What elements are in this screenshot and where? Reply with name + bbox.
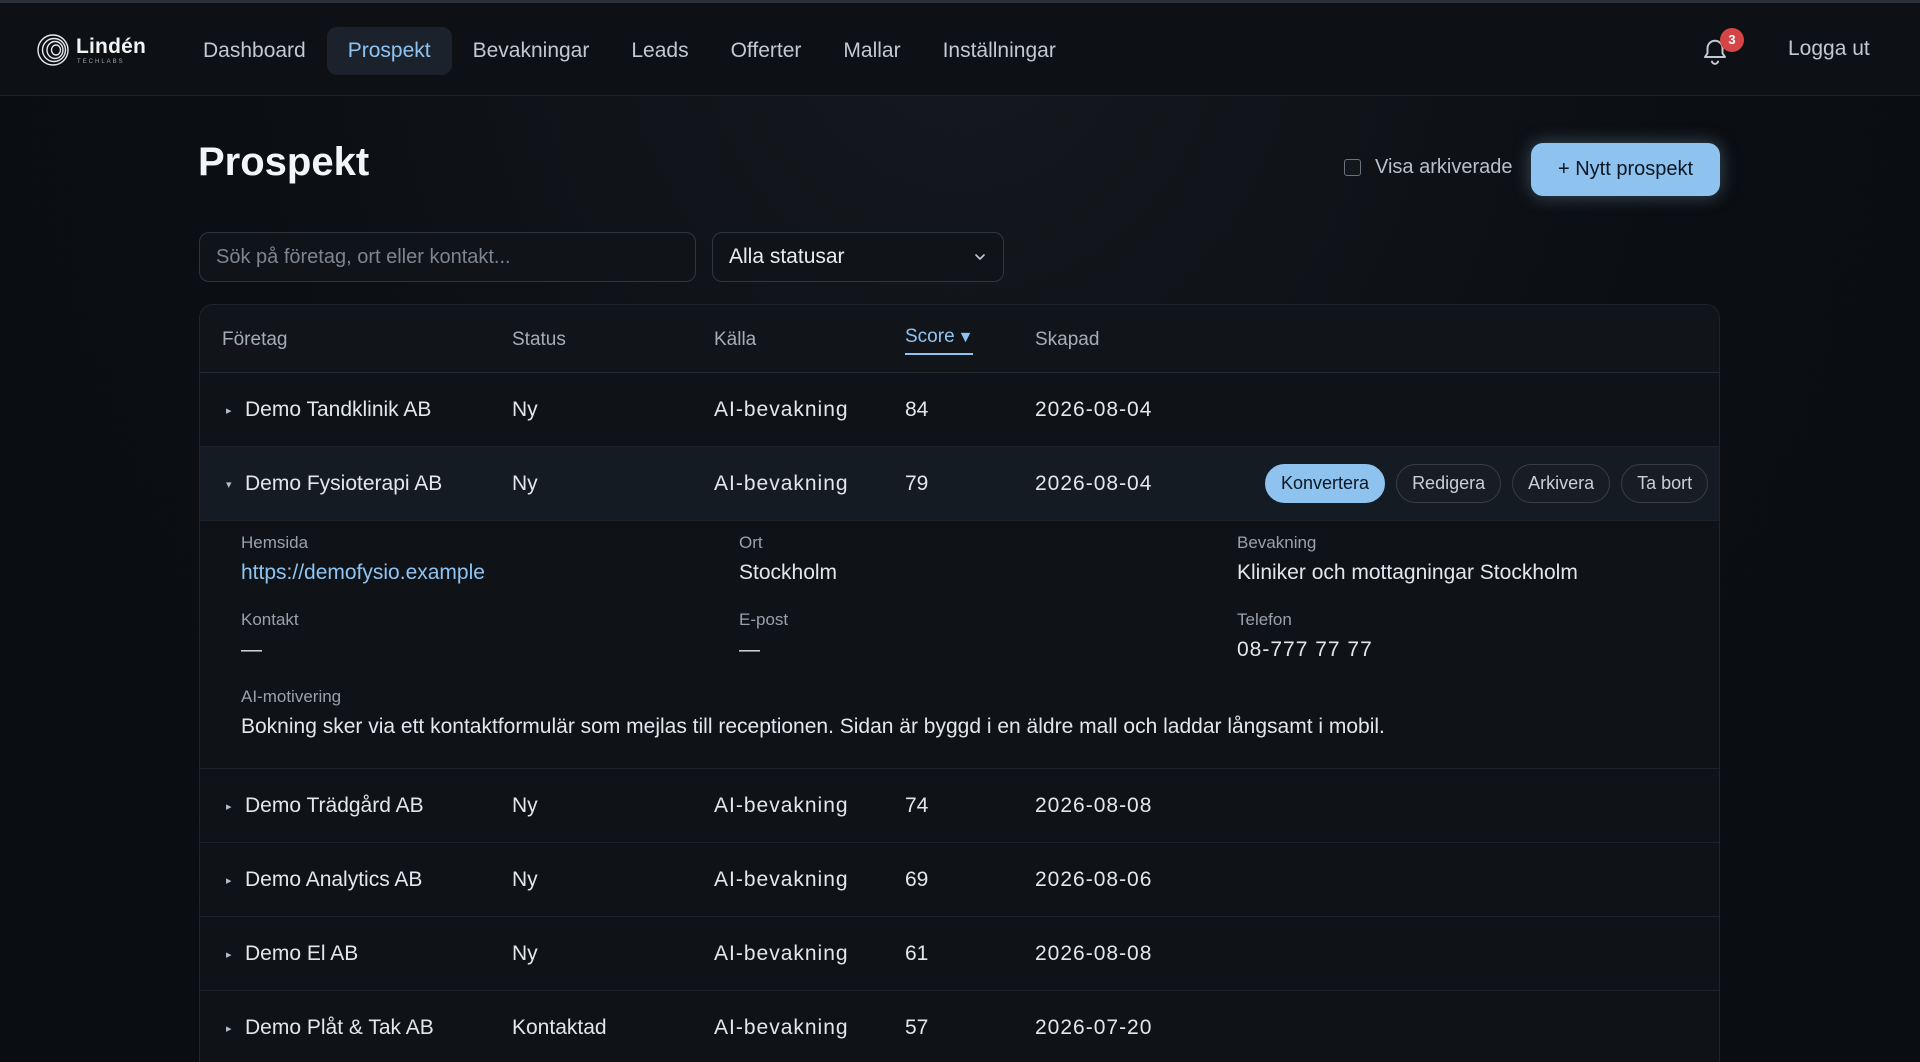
column-status[interactable]: Status (512, 329, 566, 351)
watch-label: Bevakning (1237, 533, 1317, 552)
table-row[interactable]: ▸ Demo Trädgård AB Ny AI-bevakning 74 20… (200, 769, 1719, 843)
brand-name: Lindén (76, 34, 147, 58)
search-input[interactable] (199, 232, 696, 282)
delete-button[interactable]: Ta bort (1621, 464, 1709, 503)
brand-subtitle: TECHLABS (77, 58, 125, 65)
column-foretag[interactable]: Företag (222, 329, 287, 351)
row-company: Demo El AB (245, 942, 359, 965)
archive-button[interactable]: Arkivera (1512, 464, 1611, 503)
row-source: AI-bevakning (714, 794, 849, 817)
table-row[interactable]: ▸ Demo Tandklinik AB Ny AI-bevakning 84 … (200, 373, 1719, 447)
page-title: Prospekt (198, 140, 370, 184)
row-company: Demo Analytics AB (245, 868, 423, 891)
brand-wordmark: Lindén TECHLABS (76, 36, 146, 65)
row-score: 69 (905, 868, 929, 891)
row-source: AI-bevakning (714, 942, 849, 965)
nav-mallar[interactable]: Mallar (822, 27, 921, 75)
logout-button[interactable]: Logga ut (1788, 37, 1870, 61)
contact-value: — (241, 638, 262, 661)
column-skapad[interactable]: Skapad (1035, 329, 1099, 351)
column-kalla[interactable]: Källa (714, 329, 756, 351)
row-company: Demo Trädgård AB (245, 794, 424, 817)
row-status: Ny (512, 398, 538, 421)
expand-caret-icon[interactable]: ▸ (226, 404, 232, 417)
row-created: 2026-07-20 (1035, 1016, 1153, 1039)
row-created: 2026-08-04 (1035, 398, 1153, 421)
prospect-details: Hemsida https://demofysio.example Ort St… (200, 521, 1719, 769)
nav-prospekt[interactable]: Prospekt (326, 27, 452, 75)
table-row-expanded[interactable]: ▾ Demo Fysioterapi AB Ny AI-bevakning 79… (200, 447, 1719, 521)
row-company: Demo Plåt & Tak AB (245, 1016, 434, 1039)
nav-bevakningar[interactable]: Bevakningar (452, 27, 611, 75)
row-status: Ny (512, 942, 538, 965)
brand-logo[interactable]: Lindén TECHLABS (36, 33, 146, 67)
row-source: AI-bevakning (714, 868, 849, 891)
row-source: AI-bevakning (714, 398, 849, 421)
nav-offerter[interactable]: Offerter (710, 27, 823, 75)
row-source: AI-bevakning (714, 1016, 849, 1039)
expand-caret-icon[interactable]: ▸ (226, 1022, 232, 1035)
chevron-down-icon (975, 254, 985, 260)
website-label: Hemsida (241, 533, 309, 552)
table-row[interactable]: ▸ Demo Analytics AB Ny AI-bevakning 69 2… (200, 843, 1719, 917)
show-archived-label: Visa arkiverade (1375, 156, 1513, 178)
edit-button[interactable]: Redigera (1396, 464, 1502, 503)
row-created: 2026-08-08 (1035, 794, 1153, 817)
expand-caret-icon[interactable]: ▸ (226, 874, 232, 887)
row-status: Ny (512, 794, 538, 817)
website-link[interactable]: https://demofysio.example (241, 561, 485, 585)
main-nav: Dashboard Prospekt Bevakningar Leads Off… (182, 27, 1077, 75)
ai-motivation-label: AI-motivering (241, 687, 342, 706)
nav-dashboard[interactable]: Dashboard (182, 27, 327, 75)
notification-badge: 3 (1720, 28, 1744, 52)
status-filter-value: Alla statusar (729, 245, 845, 268)
row-created: 2026-08-06 (1035, 868, 1153, 891)
row-status: Ny (512, 472, 538, 495)
row-score: 74 (905, 794, 929, 817)
row-score: 79 (905, 472, 929, 495)
column-score-label: Score (905, 326, 955, 347)
row-created: 2026-08-08 (1035, 942, 1153, 965)
row-created: 2026-08-04 (1035, 472, 1153, 495)
status-filter-select[interactable]: Alla statusar (712, 232, 1004, 282)
row-actions: Konvertera Redigera Arkivera Ta bort (1265, 464, 1709, 503)
email-label: E-post (739, 610, 789, 629)
show-archived-toggle[interactable]: Visa arkiverade (1344, 156, 1512, 179)
table-header: Företag Status Källa Score ▼ Skapad (200, 305, 1719, 373)
row-score: 84 (905, 398, 929, 421)
contact-label: Kontakt (241, 610, 299, 629)
prospect-table: Företag Status Källa Score ▼ Skapad ▸ Dem… (199, 304, 1720, 1062)
column-score[interactable]: Score ▼ (905, 326, 974, 355)
phone-value: 08-777 77 77 (1237, 638, 1373, 661)
phone-label: Telefon (1237, 610, 1292, 629)
table-row[interactable]: ▸ Demo El AB Ny AI-bevakning 61 2026-08-… (200, 917, 1719, 991)
city-value: Stockholm (739, 561, 838, 584)
convert-button[interactable]: Konvertera (1265, 464, 1386, 503)
sort-descending-icon: ▼ (957, 329, 974, 346)
nav-installningar[interactable]: Inställningar (922, 27, 1077, 75)
top-navigation: Lindén TECHLABS Dashboard Prospekt Bevak… (0, 0, 1920, 96)
fingerprint-logo-icon (37, 34, 69, 66)
nav-leads[interactable]: Leads (610, 27, 709, 75)
email-value: — (739, 638, 760, 661)
new-prospect-button[interactable]: + Nytt prospekt (1531, 143, 1720, 196)
watch-value: Kliniker och mottagningar Stockholm (1237, 561, 1578, 584)
row-status: Kontaktad (512, 1016, 607, 1039)
row-score: 61 (905, 942, 929, 965)
ai-motivation-value: Bokning sker via ett kontaktformulär som… (241, 715, 1385, 738)
show-archived-checkbox[interactable] (1344, 159, 1361, 176)
row-company: Demo Tandklinik AB (245, 398, 432, 421)
city-label: Ort (739, 533, 763, 552)
row-score: 57 (905, 1016, 929, 1039)
table-row[interactable]: ▸ Demo Plåt & Tak AB Kontaktad AI-bevakn… (200, 991, 1719, 1062)
row-source: AI-bevakning (714, 472, 849, 495)
row-status: Ny (512, 868, 538, 891)
expand-caret-icon[interactable]: ▸ (226, 948, 232, 961)
row-company: Demo Fysioterapi AB (245, 472, 443, 495)
expand-caret-icon[interactable]: ▸ (226, 800, 232, 813)
collapse-caret-icon[interactable]: ▾ (226, 478, 232, 491)
